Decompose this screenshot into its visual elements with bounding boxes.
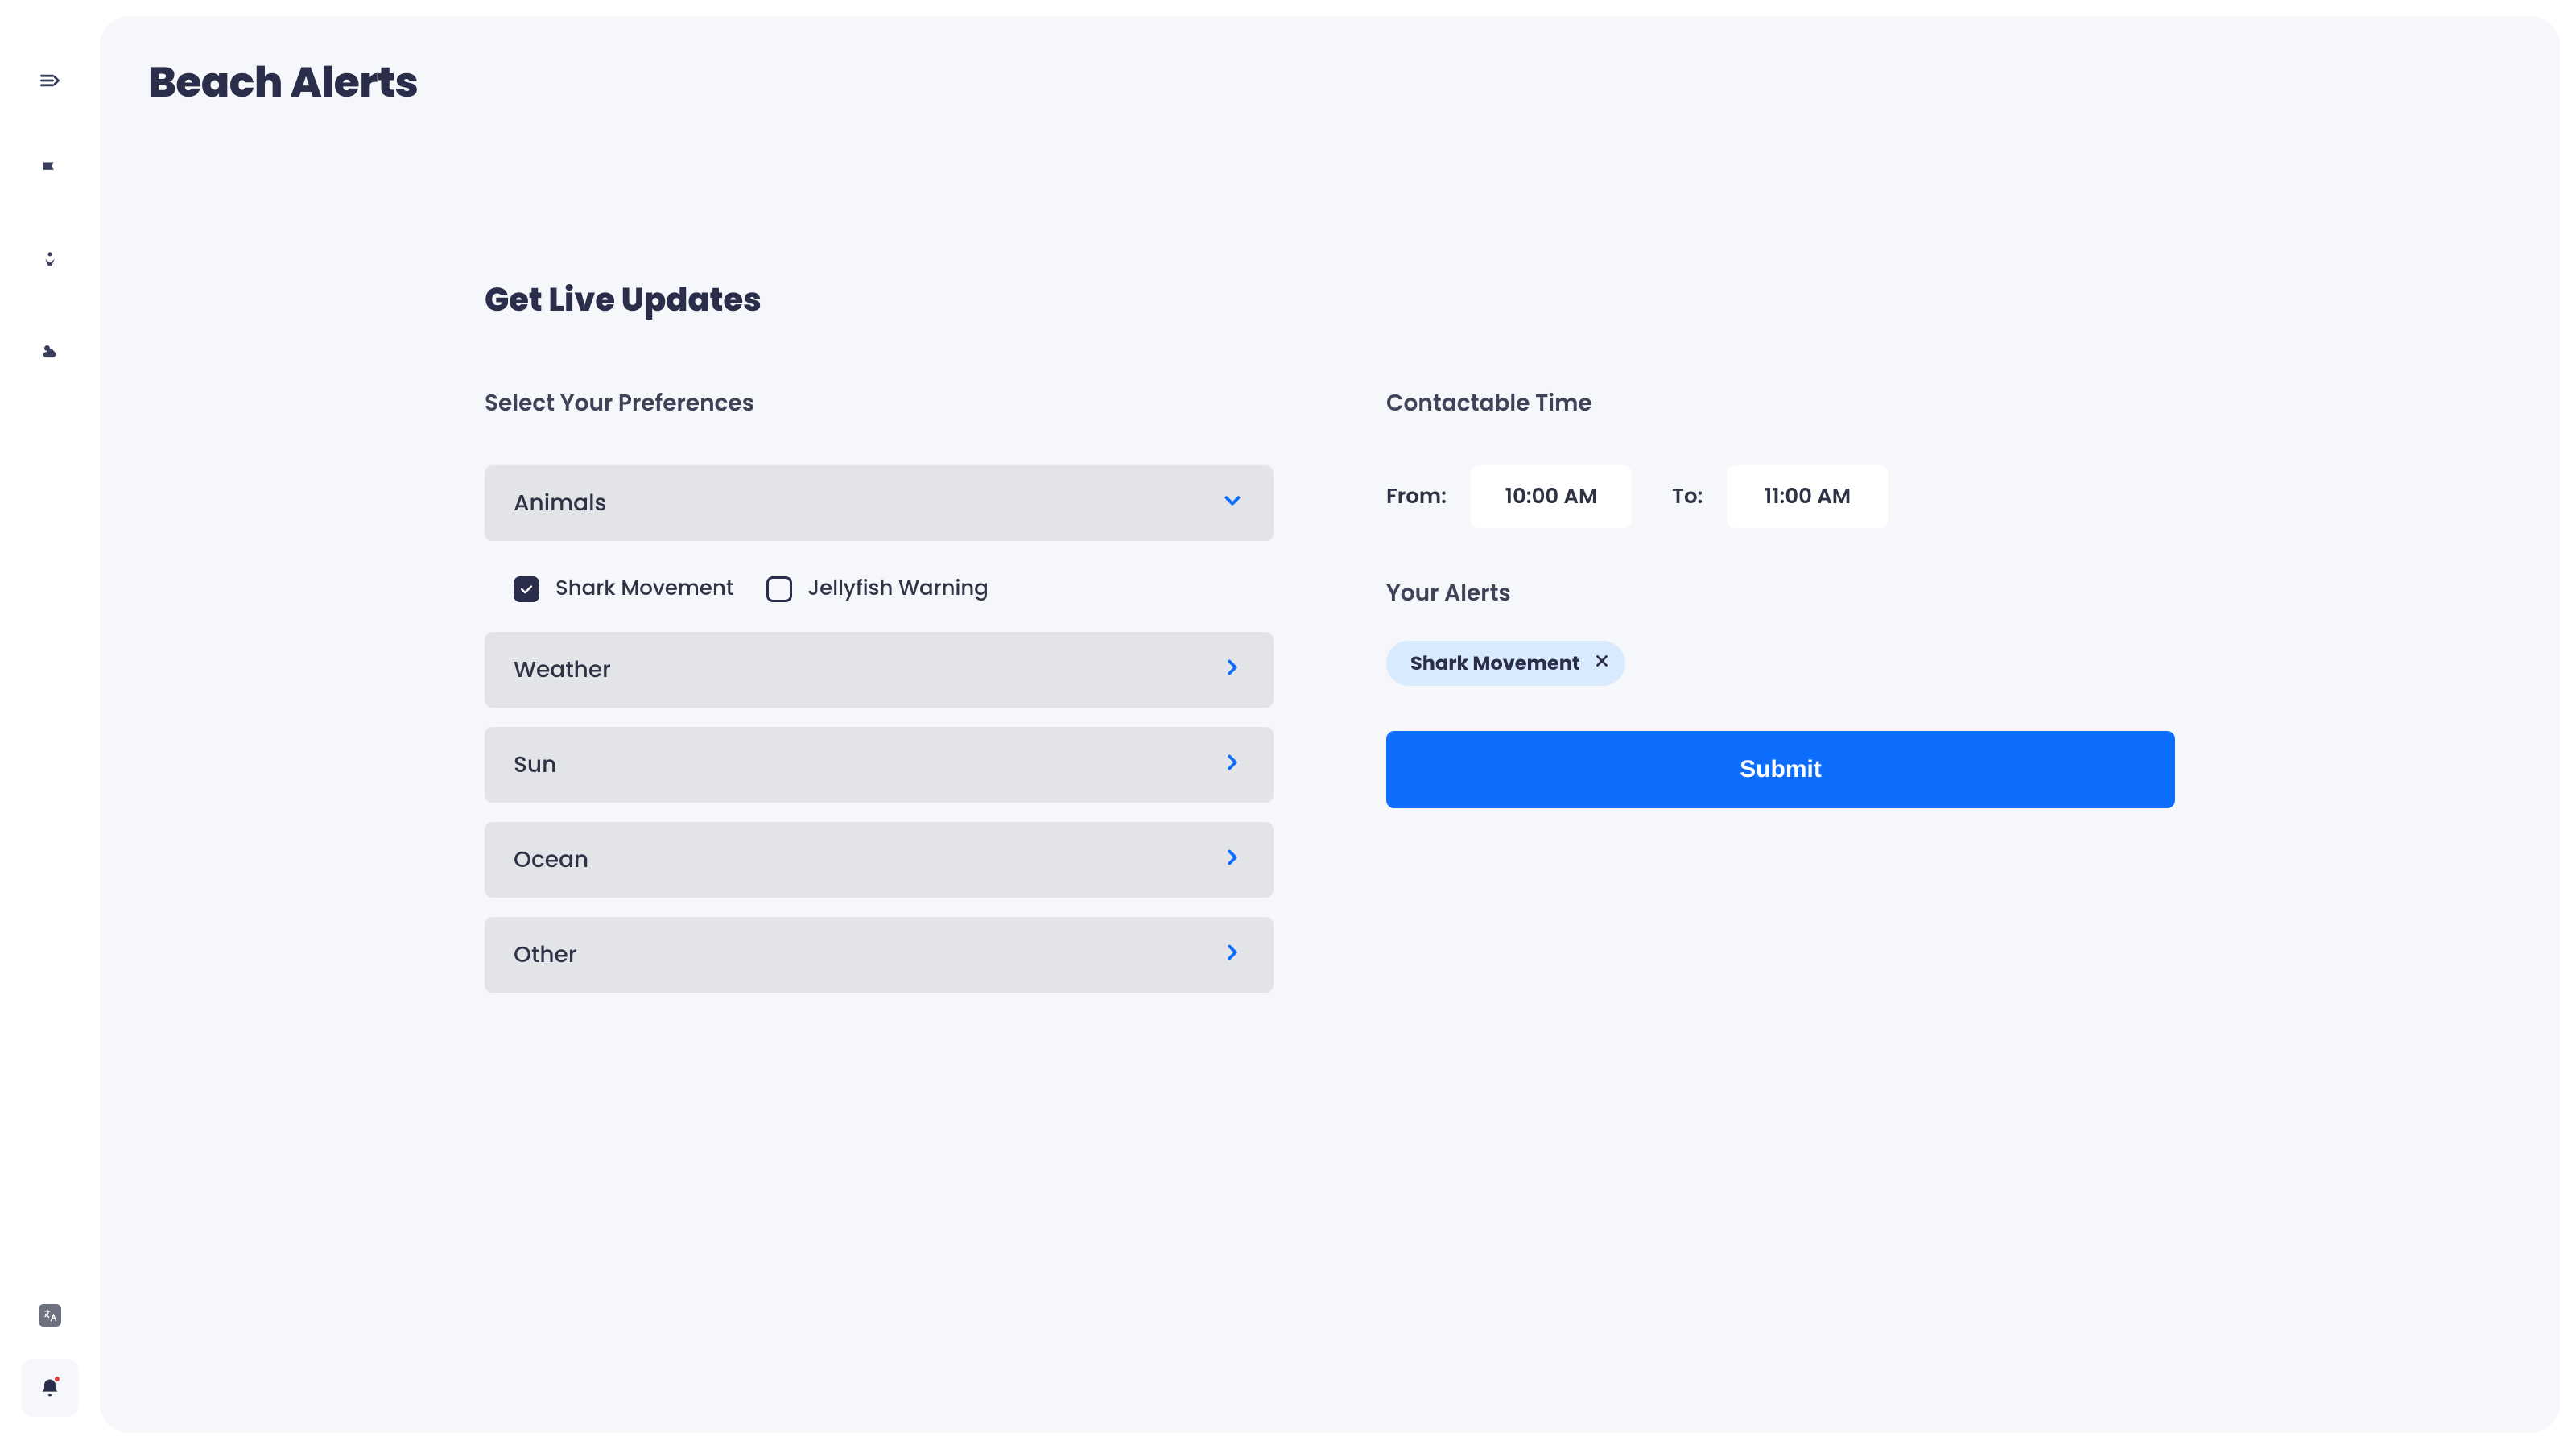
accordion-ocean-label: Ocean: [514, 843, 588, 877]
accordion-sun-label: Sun: [514, 748, 556, 782]
swimmer-icon[interactable]: [34, 245, 66, 277]
content-wrap: Get Live Updates Select Your Preferences…: [308, 114, 2352, 1012]
chevron-right-icon: [1220, 845, 1245, 875]
two-column-layout: Select Your Preferences Animals Shark Mo…: [485, 386, 2175, 1012]
option-shark-movement[interactable]: Shark Movement: [514, 573, 734, 605]
preferences-label: Select Your Preferences: [485, 386, 1274, 420]
sun-cloud-icon[interactable]: [34, 335, 66, 367]
checkbox-checked-icon: [514, 576, 539, 602]
chevron-right-icon: [1220, 940, 1245, 970]
accordion-animals-label: Animals: [514, 486, 607, 520]
alert-chip-shark: Shark Movement: [1386, 641, 1625, 686]
from-time-input[interactable]: 10:00 AM: [1471, 465, 1632, 528]
accordion-weather[interactable]: Weather: [485, 632, 1274, 708]
accordion-weather-label: Weather: [514, 653, 611, 687]
chevron-right-icon: [1220, 655, 1245, 685]
contactable-time-label: Contactable Time: [1386, 386, 2175, 420]
option-jellyfish-warning[interactable]: Jellyfish Warning: [766, 573, 989, 605]
time-range-row: From: 10:00 AM To: 11:00 AM: [1386, 465, 2175, 528]
accordion-animals[interactable]: Animals: [485, 465, 1274, 541]
your-alerts-label: Your Alerts: [1386, 576, 2175, 610]
contact-column: Contactable Time From: 10:00 AM To: 11:0…: [1386, 386, 2175, 808]
option-jellyfish-label: Jellyfish Warning: [808, 573, 989, 605]
notifications-button[interactable]: [21, 1359, 79, 1417]
menu-toggle-icon[interactable]: [34, 64, 66, 97]
to-label: To:: [1672, 481, 1703, 513]
accordion-other[interactable]: Other: [485, 917, 1274, 993]
accordion-sun[interactable]: Sun: [485, 727, 1274, 803]
sidebar-bottom: [21, 1304, 79, 1417]
accordion-animals-options: Shark Movement Jellyfish Warning: [485, 560, 1274, 632]
to-time-input[interactable]: 11:00 AM: [1727, 465, 1888, 528]
close-icon[interactable]: [1593, 650, 1611, 678]
notification-dot-icon: [53, 1375, 61, 1383]
page-title: Beach Alerts: [148, 52, 2512, 114]
preferences-column: Select Your Preferences Animals Shark Mo…: [485, 386, 1274, 1012]
accordion-other-label: Other: [514, 938, 577, 972]
sidebar: [0, 0, 100, 1449]
from-label: From:: [1386, 481, 1447, 513]
flag-icon[interactable]: [34, 155, 66, 187]
sidebar-top: [34, 64, 66, 367]
language-icon[interactable]: [39, 1304, 61, 1327]
section-title: Get Live Updates: [485, 275, 2175, 324]
checkbox-unchecked-icon: [766, 576, 792, 602]
submit-button[interactable]: Submit: [1386, 731, 2175, 808]
option-shark-label: Shark Movement: [555, 573, 734, 605]
main-panel: Beach Alerts Get Live Updates Select You…: [100, 16, 2560, 1433]
alert-chips: Shark Movement: [1386, 641, 2175, 686]
accordion-ocean[interactable]: Ocean: [485, 822, 1274, 898]
alert-chip-label: Shark Movement: [1410, 650, 1580, 678]
chevron-right-icon: [1220, 750, 1245, 780]
chevron-down-icon: [1220, 489, 1245, 518]
